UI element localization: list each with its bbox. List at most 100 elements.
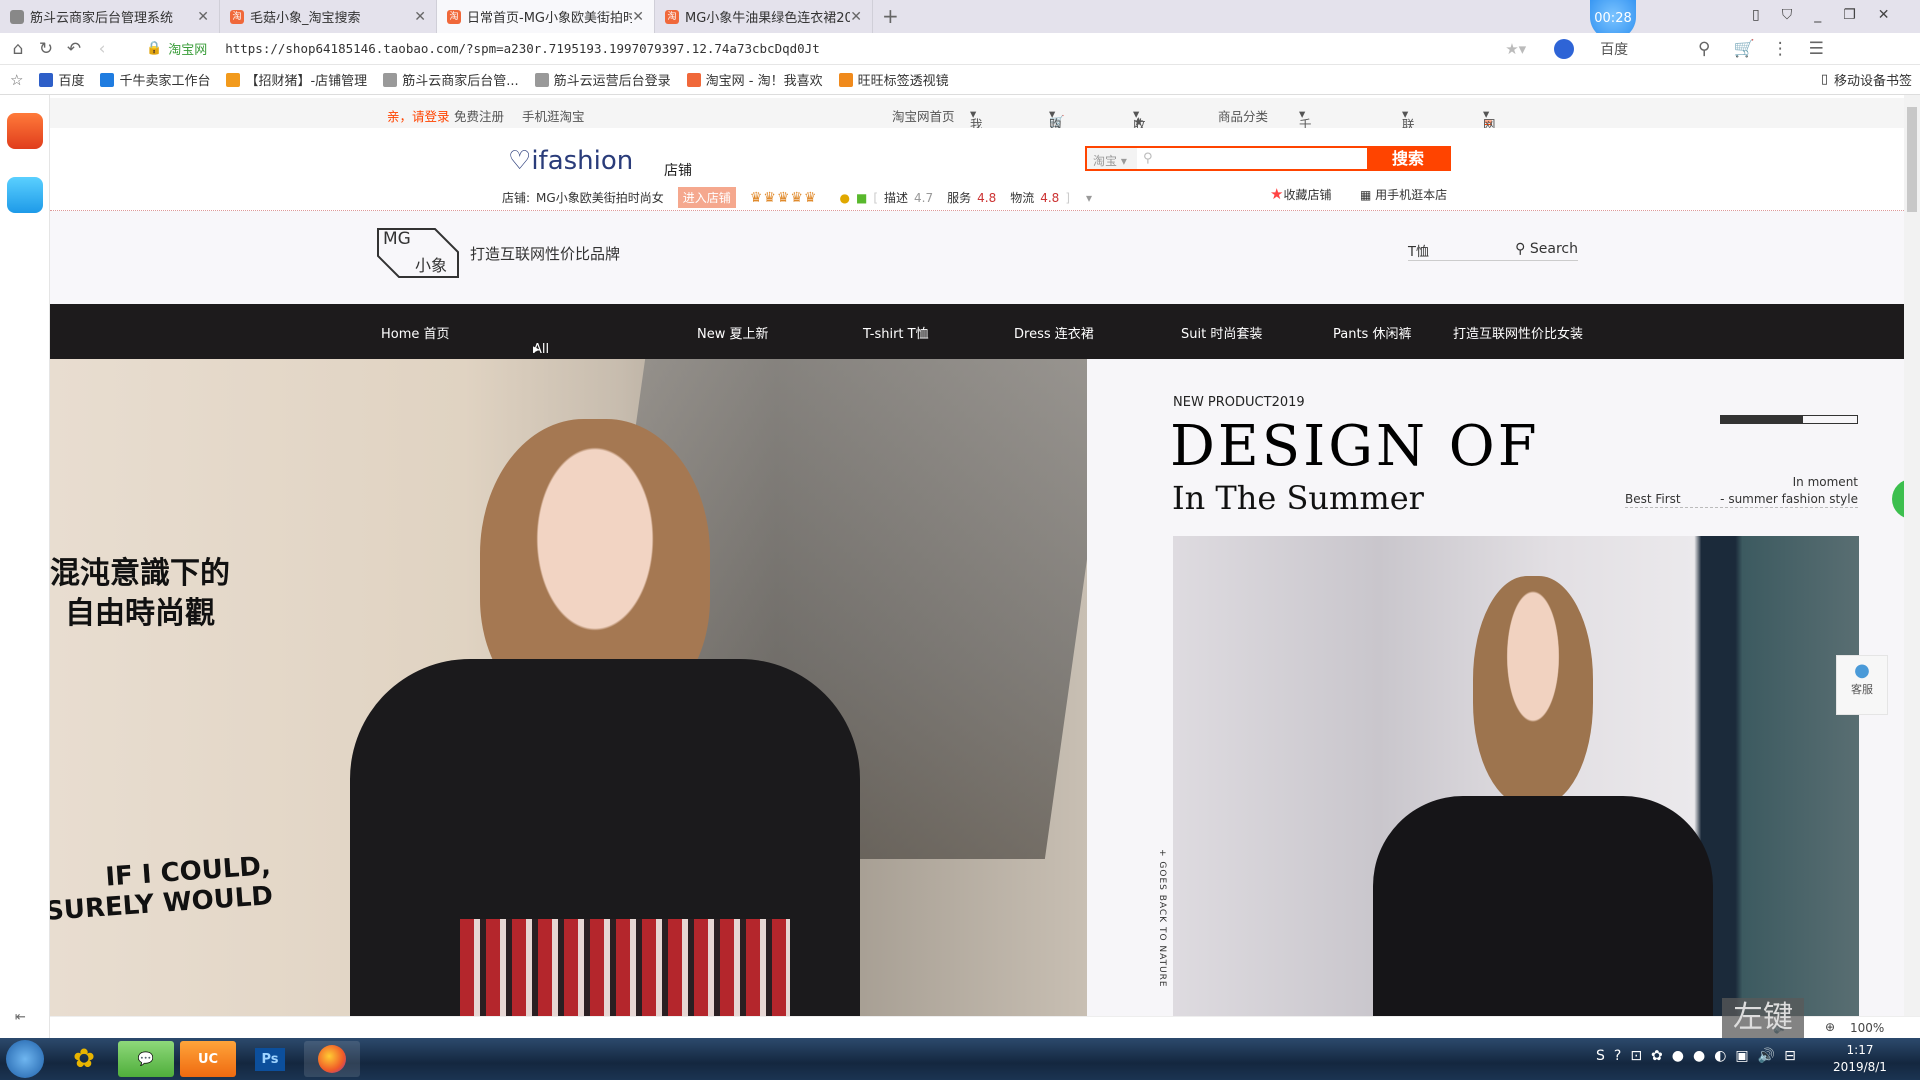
category-link[interactable]: 商品分类 [1218,106,1268,125]
document-icon [383,72,398,87]
web-page: 亲，请登录 免费注册 手机逛淘宝 淘宝网首页 我的淘宝 ▾ 🛒购物车 ▾ ★收藏… [50,95,1904,1016]
new-tab-button[interactable]: + [882,4,899,28]
bookmark[interactable]: 【招财猪】-店铺管理 [226,70,367,89]
search-input[interactable] [1159,148,1367,169]
shop-app-icon[interactable] [7,113,43,149]
wechat-icon[interactable]: 💬 [118,1041,174,1077]
scrollbar-thumb[interactable] [1907,107,1917,212]
taobao-search-box: 淘宝 ▾ ⚲ 搜索 [1085,146,1451,171]
url-input[interactable]: https://shop64185146.taobao.com/?spm=a23… [225,41,1505,56]
app-360-icon[interactable]: ✿ [56,1041,112,1077]
menu-icon[interactable]: ☰ [1802,39,1830,59]
seller-center-link[interactable]: 千牛卖家中心 ▾ [1299,106,1312,227]
search-icon[interactable]: ⚲ [1690,39,1718,59]
chevron-down-icon[interactable]: ▾ [1086,191,1092,205]
close-tab-icon[interactable]: ✕ [414,9,426,25]
my-taobao-link[interactable]: 我的淘宝 ▾ [970,106,983,189]
home-icon[interactable]: ⌂ [4,39,32,59]
bookmark[interactable]: 筋斗云运营后台登录 [534,70,671,89]
zoom-level[interactable]: 100% [1850,1021,1884,1035]
enter-shop-button[interactable]: 进入店铺 [677,187,736,208]
close-tab-icon[interactable]: ✕ [850,9,862,25]
browser-tab[interactable]: 淘毛菇小象_淘宝搜索 ✕ [220,0,437,33]
browser-tab-active[interactable]: 淘日常首页-MG小象欧美街拍时尚 ✕ [437,0,655,33]
collapse-sidebar-icon[interactable]: ⇤ [15,1010,26,1025]
ifashion-logo[interactable]: ♡ifashion [508,146,633,176]
bookmark[interactable]: 淘宝网 - 淘！我喜欢 [686,70,823,89]
slider-progress[interactable] [1720,415,1858,424]
taobao-top-bar: 亲，请登录 免费注册 手机逛淘宝 淘宝网首页 我的淘宝 ▾ 🛒购物车 ▾ ★收藏… [50,98,1904,227]
shop-search-button[interactable]: ⚲ Search [1515,241,1578,257]
shop-banner: MG 小象 打造互联网性价比品牌 T恤 ⚲ Search [50,211,1904,304]
mobile-shop-link[interactable]: ▦ 用手机逛本店 [1360,186,1447,203]
site-nav-link[interactable]: ≡网站导航 ▾ [1483,106,1496,189]
mobile-bookmarks[interactable]: ▯ 移动设备书签 [1821,70,1912,89]
hero-banner[interactable]: 混沌意識下的 自由時尚觀 IF I COULD, SURELY WOULD NEW … [50,359,1904,1016]
shop-search[interactable]: T恤 ⚲ Search [1408,241,1578,261]
cart-link[interactable]: 🛒购物车 ▾ [1049,106,1065,170]
shop-search-input[interactable]: T恤 [1408,245,1429,260]
heart-icon: ♡ [508,146,532,176]
nav-brand[interactable]: 打造互联网性价比女装 [1453,323,1583,342]
search-engine-label[interactable]: 百度 [1600,39,1690,59]
service-icon: ● [1854,660,1870,681]
nav-tshirt[interactable]: T-shirt T恤 [863,323,929,342]
vertical-scrollbar[interactable] [1904,95,1920,1016]
customer-service-button[interactable]: ● 客服 [1836,655,1888,715]
caret-right-icon: ▸ [533,342,540,357]
bookmark[interactable]: 千牛卖家工作台 [100,70,210,89]
document-icon [534,72,549,87]
reload-icon[interactable]: ↻ [32,39,60,59]
photoshop-icon[interactable]: Ps [242,1041,298,1077]
search-icon: ⚲ [1515,241,1526,257]
login-link[interactable]: 亲，请登录 [387,106,450,125]
search-button[interactable]: 搜索 [1367,148,1449,169]
favorite-shop-link[interactable]: ★收藏店铺 [1270,185,1331,203]
star-icon[interactable]: ☆ [10,71,23,89]
firefox-icon[interactable] [304,1041,360,1077]
baidu-icon [39,72,54,87]
browser-tab[interactable]: 筋斗云商家后台管理系统 ✕ [0,0,220,33]
360-float-icon[interactable] [1892,479,1904,519]
contact-link[interactable]: 联系客服 ▾ [1402,106,1415,189]
close-tab-icon[interactable]: ✕ [632,9,644,25]
window-controls[interactable]: ▯⛉_❐✕ [1752,7,1912,23]
nav-suit[interactable]: Suit 时尚套装 [1181,323,1262,342]
bookmark-star-icon[interactable]: ★▾ [1505,40,1526,58]
address-toolbar: ⌂ ↻ ↶ ‹ 🔒 淘宝网 https://shop64185146.taoba… [0,33,1920,65]
nav-new[interactable]: New 夏上新 [697,323,769,342]
mobile-taobao-link[interactable]: 手机逛淘宝 [522,106,585,125]
taskbar: ✿ 💬 UC Ps S?⊡✿●●◐▣🔊⊟ 1:17 2019/8/1 [0,1038,1920,1080]
hero-subtitle: In The Summer [1172,479,1424,517]
uc-browser-icon[interactable]: UC [180,1041,236,1077]
start-button[interactable] [6,1040,44,1078]
mg-brand-logo[interactable]: MG 小象 [377,228,459,278]
system-tray-icons[interactable]: S?⊡✿●●◐▣🔊⊟ [1596,1048,1805,1064]
person-skirt [460,919,790,1016]
bookmark[interactable]: 筋斗云商家后台管... [383,70,519,89]
register-link[interactable]: 免费注册 [454,106,504,125]
browser-tab[interactable]: 淘MG小象牛油果绿色连衣裙2019✕ [655,0,873,33]
shop-name[interactable]: MG小象欧美街拍时尚女 [536,189,664,206]
search-scope-select[interactable]: 淘宝 ▾ [1087,148,1137,169]
site-label: 淘宝网 [168,43,208,58]
phone-icon: ▯ [1820,72,1828,87]
nav-pants[interactable]: Pants 休闲裤 [1333,323,1411,342]
favorites-link[interactable]: ★收藏夹 ▾ [1133,106,1146,170]
zoom-icon[interactable]: ⊕ [1825,1020,1835,1034]
clock[interactable]: 1:17 2019/8/1 [1820,1042,1900,1076]
back-icon[interactable]: ‹ [88,39,116,59]
close-tab-icon[interactable]: ✕ [197,9,209,25]
bulb-app-icon[interactable] [7,177,43,213]
nav-home[interactable]: Home 首页 [381,323,450,342]
undo-icon[interactable]: ↶ [60,39,88,59]
bookmark[interactable]: 百度 [39,70,84,89]
baidu-icon[interactable] [1554,38,1575,59]
cart-icon[interactable]: 🛒 [1730,39,1758,59]
person-shirt [1373,796,1713,1016]
more-icon[interactable]: ⋮ [1766,39,1794,59]
lock-icon: 🔒 [146,41,163,56]
taobao-home-link[interactable]: 淘宝网首页 [892,106,955,125]
nav-dress[interactable]: Dress 连衣裙 [1014,323,1094,342]
bookmark[interactable]: 旺旺标签透视镜 [838,70,949,89]
